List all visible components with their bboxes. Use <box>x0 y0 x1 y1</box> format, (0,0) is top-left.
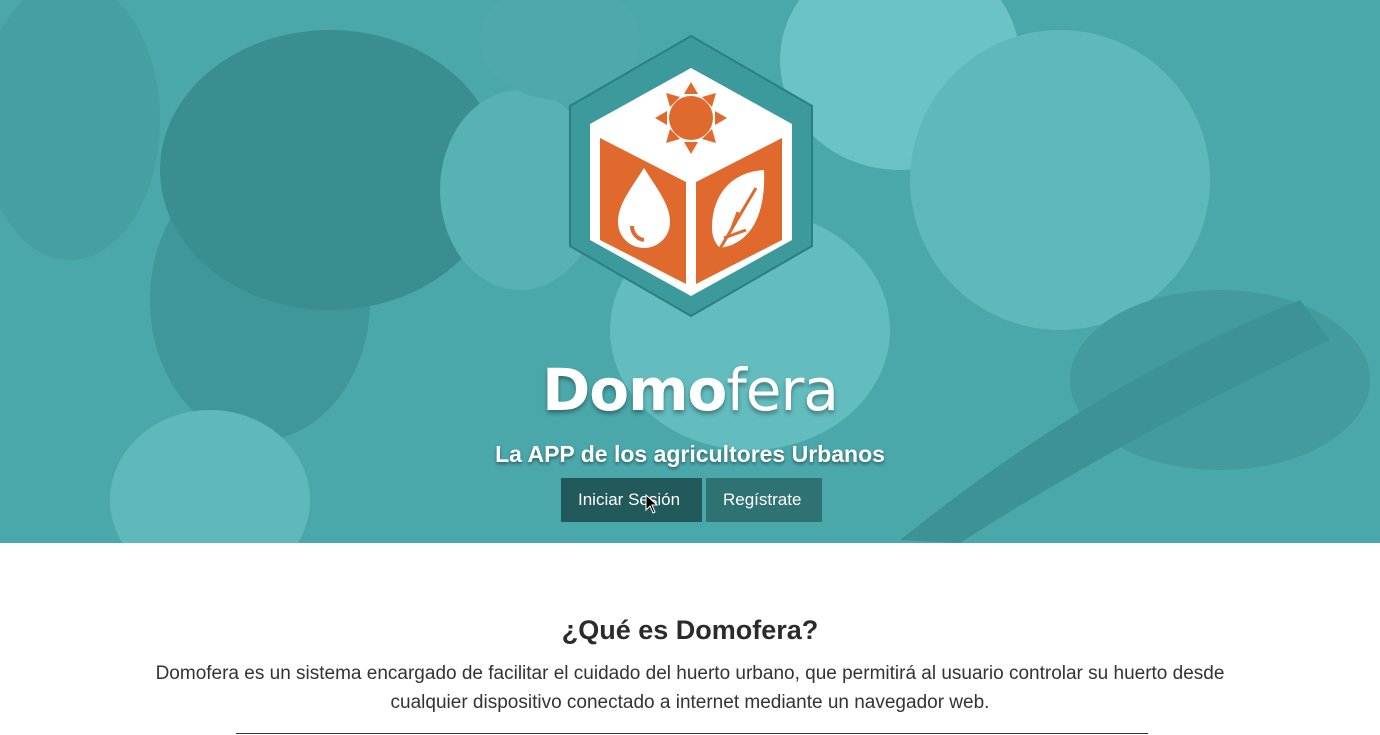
about-section: ¿Qué es Domofera? Domofera es un sistema… <box>0 543 1380 735</box>
hero-section: Domofera La APP de los agricultores Urba… <box>0 0 1380 543</box>
brand-logo-text: Domofera <box>0 356 1380 424</box>
hero-buttons: Iniciar Sesión Regístrate <box>561 478 822 522</box>
mouse-pointer-icon <box>645 494 659 514</box>
section-divider <box>236 733 1148 734</box>
login-button[interactable]: Iniciar Sesión <box>561 478 702 522</box>
brand-light: fera <box>726 356 838 424</box>
about-title: ¿Qué es Domofera? <box>561 615 819 645</box>
tagline: La APP de los agricultores Urbanos <box>495 441 885 467</box>
about-description: Domofera es un sistema encargado de faci… <box>155 663 1225 713</box>
register-button[interactable]: Regístrate <box>706 478 822 522</box>
domofera-cube-logo-icon <box>569 34 813 318</box>
brand-bold: Domo <box>542 356 727 424</box>
